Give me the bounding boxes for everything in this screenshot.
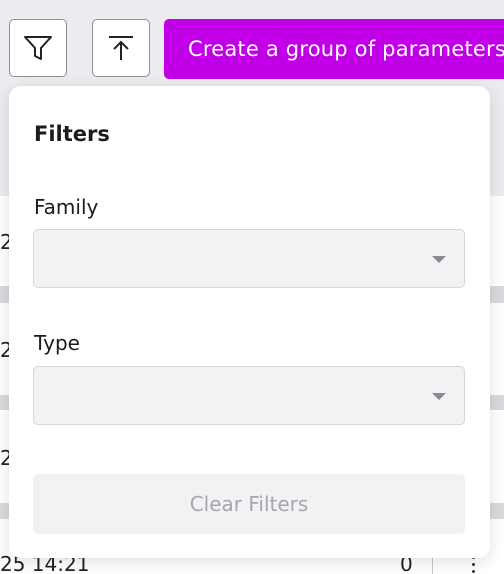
family-select[interactable] [33,229,465,288]
export-button[interactable] [92,19,150,77]
chevron-down-icon [432,256,446,263]
app-stage: 2 2 2 25 14:21 0 Create a group of param… [0,0,504,574]
filter-button[interactable] [9,19,67,77]
more-options-icon[interactable] [472,556,476,573]
chevron-down-icon [432,393,446,400]
filter-icon [24,36,52,60]
type-label: Type [34,331,80,355]
create-parameter-group-button[interactable]: Create a group of parameters [164,19,504,79]
filters-popover: Filters Family Type Clear Filters [9,86,490,558]
family-label: Family [34,195,99,219]
filters-title: Filters [34,122,110,146]
upload-icon [109,36,133,60]
clear-filters-button[interactable]: Clear Filters [33,474,465,534]
type-select[interactable] [33,366,465,425]
